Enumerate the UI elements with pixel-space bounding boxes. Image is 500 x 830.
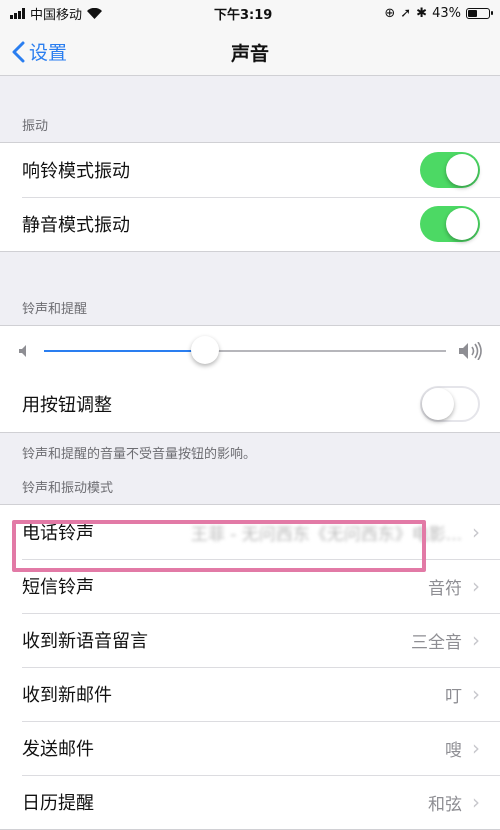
navigation-bar: 设置 声音 xyxy=(0,26,500,76)
signal-icon xyxy=(10,7,25,19)
vibrate-on-silent-label: 静音模式振动 xyxy=(22,215,130,236)
new-mail-row[interactable]: 收到新邮件 叮 › xyxy=(0,667,500,721)
section-header-patterns: 铃声和振动模式 xyxy=(22,481,114,496)
vibrate-on-ring-label: 响铃模式振动 xyxy=(22,161,130,182)
ringtone-value: 王菲 - 无问西东《无问西东》电影... xyxy=(190,524,462,545)
wifi-icon xyxy=(87,7,103,19)
new-mail-label: 收到新邮件 xyxy=(22,685,112,706)
ringer-volume-row xyxy=(0,326,500,376)
chevron-right-icon: › xyxy=(472,682,480,706)
bluetooth-icon: ✱ xyxy=(416,5,428,21)
new-voicemail-row[interactable]: 收到新语音留言 三全音 › xyxy=(0,613,500,667)
calendar-alerts-value: 和弦 xyxy=(428,794,462,815)
battery-percent: 43% xyxy=(432,5,461,21)
chevron-right-icon: › xyxy=(472,520,480,544)
carrier-label: 中国移动 xyxy=(30,7,83,23)
battery-icon xyxy=(465,7,493,19)
text-tone-row[interactable]: 短信铃声 音符 › xyxy=(0,559,500,613)
change-with-buttons-toggle[interactable] xyxy=(420,386,480,422)
text-tone-value: 音符 xyxy=(428,578,462,599)
text-tone-label: 短信铃声 xyxy=(22,577,94,598)
chevron-right-icon: › xyxy=(472,628,480,652)
ringer-volume-slider[interactable] xyxy=(44,336,446,364)
new-voicemail-value: 三全音 xyxy=(411,632,462,653)
sent-mail-label: 发送邮件 xyxy=(22,739,94,760)
ringtone-label: 电话铃声 xyxy=(22,523,94,544)
sent-mail-value: 嗖 xyxy=(445,740,462,761)
vibration-group: 响铃模式振动 静音模式振动 xyxy=(0,142,500,252)
calendar-alerts-label: 日历提醒 xyxy=(22,793,94,814)
vibrate-on-ring-toggle[interactable] xyxy=(420,152,480,188)
location-icon: ➚ xyxy=(400,5,412,21)
change-with-buttons-row: 用按钮调整 xyxy=(0,376,500,432)
ringer-footer-note: 铃声和提醒的音量不受音量按钮的影响。 xyxy=(22,447,257,462)
chevron-right-icon: › xyxy=(472,736,480,760)
vibrate-on-silent-toggle[interactable] xyxy=(420,206,480,242)
new-voicemail-label: 收到新语音留言 xyxy=(22,631,148,652)
chevron-right-icon: › xyxy=(472,790,480,814)
patterns-group: 电话铃声 王菲 - 无问西东《无问西东》电影... › 短信铃声 音符 › 收到新语… xyxy=(0,504,500,830)
volume-high-icon xyxy=(459,342,482,360)
ringer-group: 用按钮调整 xyxy=(0,325,500,433)
change-with-buttons-label: 用按钮调整 xyxy=(22,395,112,416)
vibrate-on-silent-row: 静音模式振动 xyxy=(0,197,500,251)
ringtone-row[interactable]: 电话铃声 王菲 - 无问西东《无问西东》电影... › xyxy=(0,505,500,559)
new-mail-value: 叮 xyxy=(445,686,462,707)
vibrate-on-ring-row: 响铃模式振动 xyxy=(0,143,500,197)
orientation-lock-icon: ⊕ xyxy=(384,5,396,21)
status-bar: 中国移动 下午3:19 ⊕ ➚ ✱ 43% xyxy=(0,0,500,26)
chevron-right-icon: › xyxy=(472,574,480,598)
sent-mail-row[interactable]: 发送邮件 嗖 › xyxy=(0,721,500,775)
volume-low-icon xyxy=(19,345,26,357)
clock: 下午3:19 xyxy=(214,7,273,23)
page-title: 声音 xyxy=(230,43,269,65)
calendar-alerts-row[interactable]: 日历提醒 和弦 › xyxy=(0,775,500,829)
section-header-vibration: 振动 xyxy=(22,119,49,134)
section-header-ringer: 铃声和提醒 xyxy=(22,302,88,317)
